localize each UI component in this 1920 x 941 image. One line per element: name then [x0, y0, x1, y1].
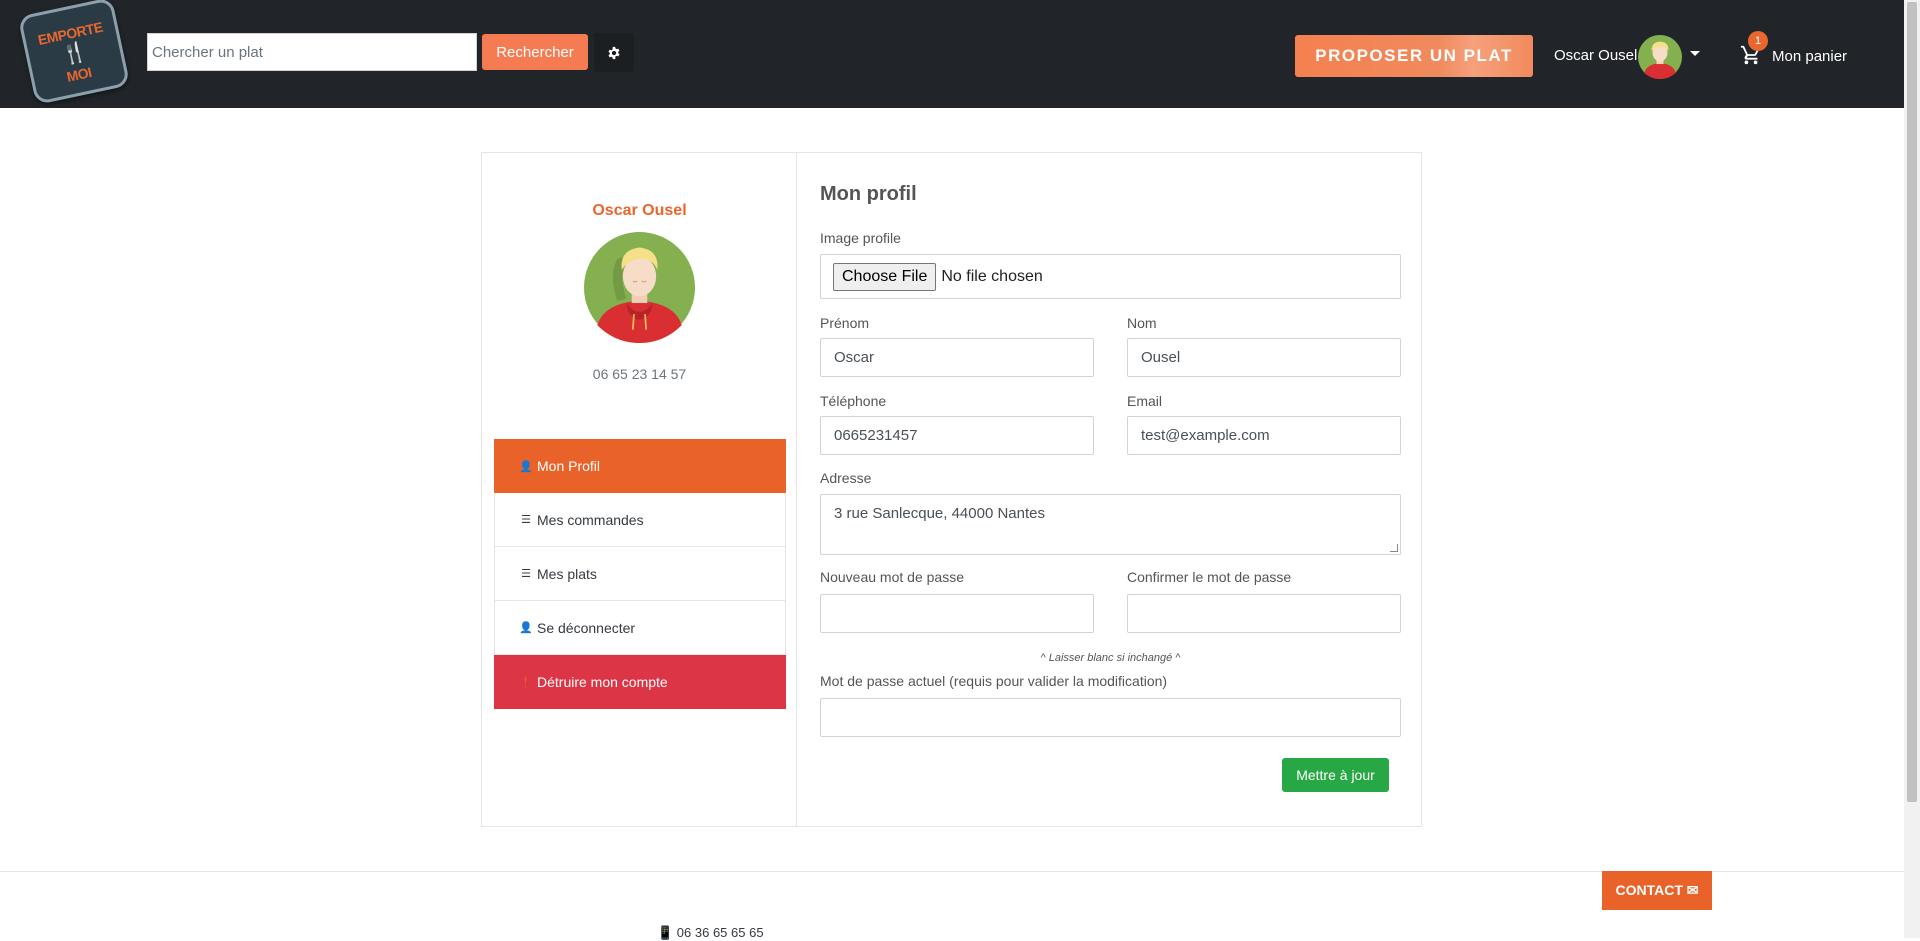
- email-field[interactable]: test@example.com: [1127, 416, 1401, 455]
- confirm-password-field[interactable]: [1127, 594, 1401, 633]
- menu-item-label: Mes plats: [537, 565, 597, 582]
- list-icon: ☰: [521, 568, 531, 580]
- confirm-password-label: Confirmer le mot de passe: [1127, 569, 1292, 585]
- footer-phone: 📱 06 36 65 65 65: [657, 925, 764, 940]
- lastname-field[interactable]: Ousel: [1127, 338, 1401, 377]
- chevron-down-icon[interactable]: [1690, 51, 1700, 56]
- menu-item-label: Mes commandes: [537, 511, 644, 528]
- image-label: Image profile: [820, 230, 901, 246]
- resize-handle[interactable]: [1390, 544, 1398, 552]
- lastname-label: Nom: [1127, 315, 1157, 331]
- address-value: 3 rue Sanlecque, 44000 Nantes: [834, 505, 1045, 522]
- profile-avatar: [584, 232, 695, 343]
- profile-card: Oscar Ousel 06 65 23 14 57 👤 Mon Profil …: [481, 152, 1422, 827]
- site-logo[interactable]: EMPORTE 🍴 MOI: [17, 0, 131, 105]
- profile-menu: 👤 Mon Profil ☰ Mes commandes ☰ Mes plats…: [494, 439, 786, 709]
- profile-form: Mon profil Image profile Choose File No …: [798, 153, 1421, 826]
- form-title: Mon profil: [820, 183, 917, 205]
- menu-item-orders[interactable]: ☰ Mes commandes: [494, 493, 786, 547]
- current-password-label: Mot de passe actuel (requis pour valider…: [820, 673, 1168, 689]
- image-file-input[interactable]: Choose File No file chosen: [820, 254, 1401, 299]
- menu-item-label: Détruire mon compte: [537, 674, 668, 690]
- email-label: Email: [1127, 393, 1163, 409]
- password-hint: ^ Laisser blanc si inchangé ^: [1040, 652, 1181, 664]
- firstname-label: Prénom: [820, 315, 870, 331]
- gear-icon: [608, 46, 620, 59]
- propose-dish-button[interactable]: PROPOSER UN PLAT: [1295, 35, 1533, 77]
- search-input[interactable]: [147, 33, 477, 71]
- top-navbar: EMPORTE 🍴 MOI Rechercher PROPOSER UN PLA…: [0, 0, 1904, 108]
- firstname-field[interactable]: Oscar: [820, 338, 1094, 377]
- new-password-label: Nouveau mot de passe: [820, 569, 964, 585]
- cart-count-badge: 1: [1748, 31, 1768, 51]
- page-scrollbar[interactable]: [1904, 0, 1920, 938]
- menu-item-label: Mon Profil: [537, 458, 601, 474]
- cart-link[interactable]: Mon panier: [1772, 48, 1847, 65]
- phone-label: Téléphone: [820, 393, 887, 409]
- choose-file-button[interactable]: Choose File: [833, 262, 937, 291]
- address-label: Adresse: [820, 470, 872, 486]
- menu-item-logout[interactable]: 👤 Se déconnecter: [494, 601, 786, 655]
- address-textarea[interactable]: 3 rue Sanlecque, 44000 Nantes: [820, 494, 1401, 555]
- profile-sidebar: Oscar Ousel 06 65 23 14 57 👤 Mon Profil …: [482, 153, 797, 826]
- phone-field[interactable]: 0665231457: [820, 416, 1094, 455]
- user-avatar[interactable]: [1638, 35, 1682, 79]
- list-icon: ☰: [521, 514, 531, 526]
- new-password-field[interactable]: [820, 594, 1094, 633]
- user-logout-icon: 👤: [519, 622, 533, 634]
- profile-name: Oscar Ousel: [592, 202, 687, 219]
- alert-icon: ❗: [519, 676, 533, 689]
- header-user-name[interactable]: Oscar Ousel: [1554, 47, 1637, 64]
- menu-item-dishes[interactable]: ☰ Mes plats: [494, 547, 786, 601]
- contact-button[interactable]: CONTACT ✉: [1602, 871, 1712, 910]
- menu-item-delete-account[interactable]: ❗ Détruire mon compte: [494, 655, 786, 709]
- file-status: No file chosen: [941, 267, 1043, 285]
- user-icon: 👤: [519, 460, 533, 473]
- search-button[interactable]: Rechercher: [482, 34, 588, 70]
- menu-item-label: Se déconnecter: [537, 619, 636, 636]
- update-button[interactable]: Mettre à jour: [1282, 758, 1389, 792]
- settings-button[interactable]: [594, 33, 634, 72]
- profile-phone: 06 65 23 14 57: [592, 366, 687, 382]
- current-password-field[interactable]: [820, 698, 1401, 737]
- menu-item-profile[interactable]: 👤 Mon Profil: [494, 439, 786, 493]
